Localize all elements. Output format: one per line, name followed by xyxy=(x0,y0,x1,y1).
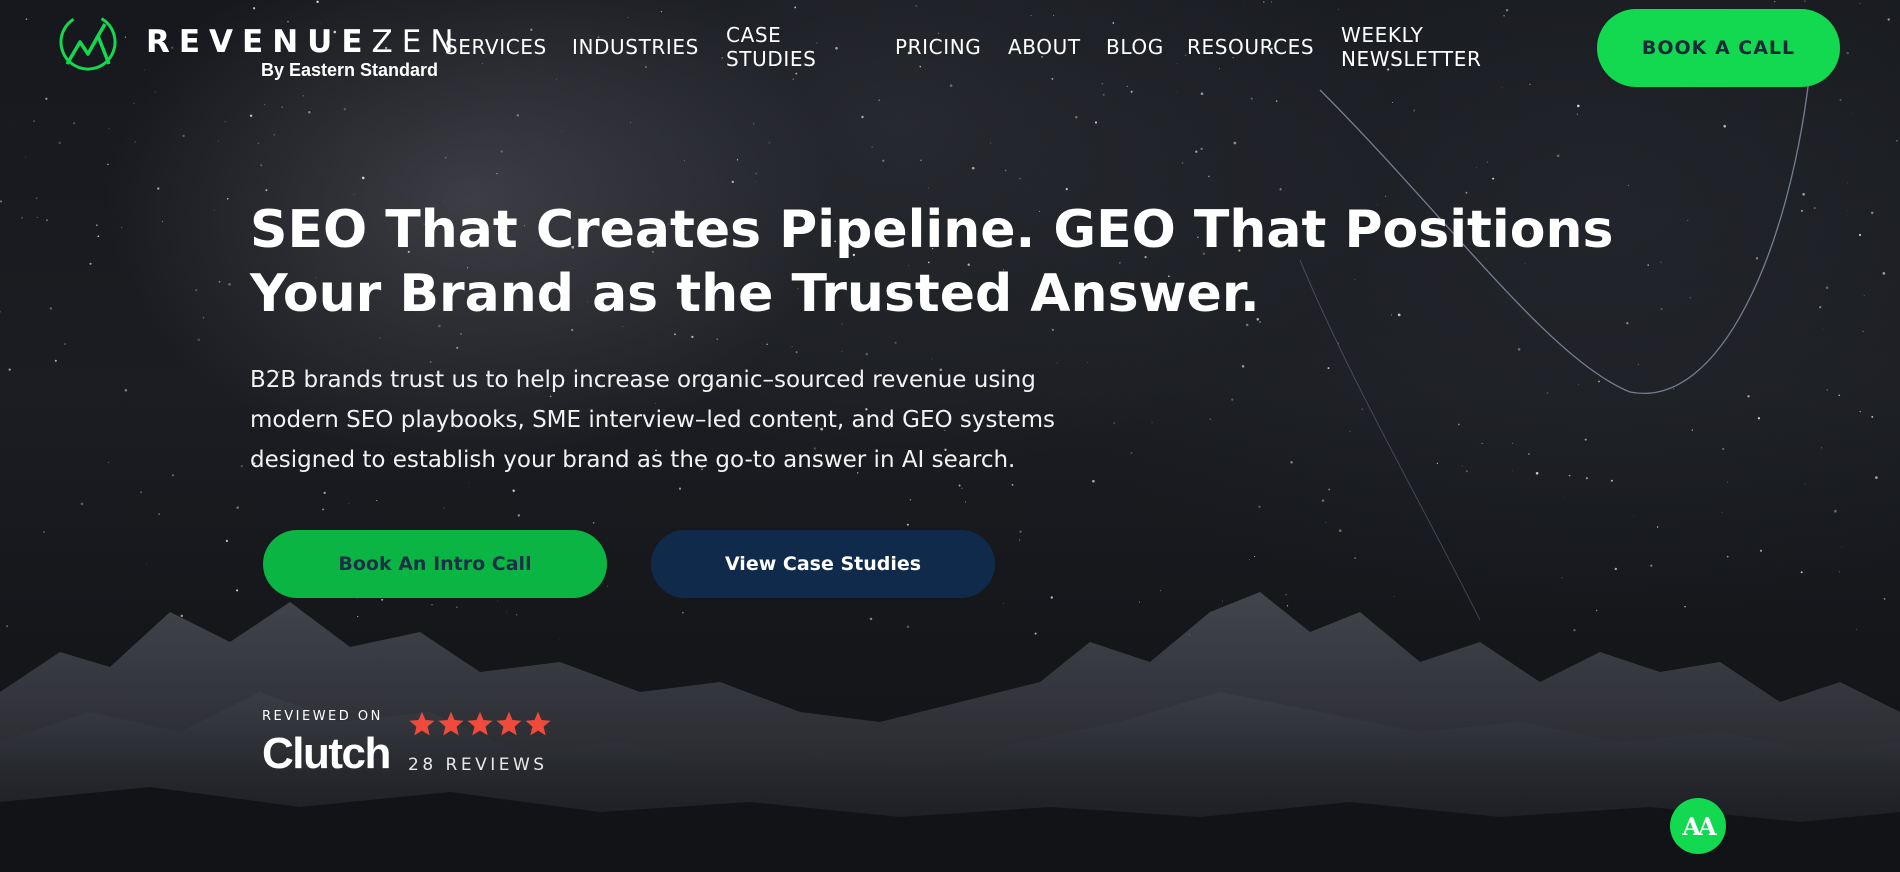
book-a-call-button[interactable]: BOOK A CALL xyxy=(1597,9,1840,87)
site-header: REVENUEZEN By Eastern Standard SERVICES … xyxy=(0,0,1900,95)
clutch-logo: Clutch xyxy=(262,729,391,778)
accessibility-icon: AA xyxy=(1682,811,1716,841)
star-icon xyxy=(409,711,435,736)
nav-item-pricing[interactable]: PRICING xyxy=(895,35,981,59)
hero-subtitle: B2B brands trust us to help increase org… xyxy=(250,360,1150,480)
star-icon xyxy=(467,711,493,736)
star-icon xyxy=(496,711,522,736)
star-icon xyxy=(438,711,464,736)
clutch-review-count: 28 REVIEWS xyxy=(408,755,548,775)
nav-item-newsletter-line1: WEEKLY xyxy=(1341,23,1424,47)
brand-word-bold: REVENUE xyxy=(146,24,372,60)
nav-item-case-studies[interactable]: CASE STUDIES xyxy=(726,23,816,71)
hero-title-line2: Your Brand as the Trusted Answer. xyxy=(250,264,1260,324)
brand-wordmark: REVENUEZEN xyxy=(146,24,463,60)
book-intro-call-button[interactable]: Book An Intro Call xyxy=(263,530,607,598)
hero-title: SEO That Creates Pipeline. GEO That Posi… xyxy=(250,198,1650,326)
nav-item-weekly-newsletter[interactable]: WEEKLY NEWSLETTER xyxy=(1341,23,1481,71)
nav-item-industries[interactable]: INDUSTRIES xyxy=(572,35,699,59)
view-case-studies-button[interactable]: View Case Studies xyxy=(651,530,995,598)
hero-title-line1: SEO That Creates Pipeline. GEO That Posi… xyxy=(250,200,1614,260)
hero-subtitle-line1: B2B brands trust us to help increase org… xyxy=(250,367,1036,393)
accessibility-button[interactable]: AA xyxy=(1670,798,1726,854)
clutch-reviewed-on-label: REVIEWED ON xyxy=(262,709,383,724)
hero-subtitle-line3: designed to establish your brand as the … xyxy=(250,447,1016,473)
nav-item-services[interactable]: SERVICES xyxy=(445,35,547,59)
hero-subtitle-line2: modern SEO playbooks, SME interview–led … xyxy=(250,407,1056,433)
revenuezen-logo-icon xyxy=(59,13,117,71)
brand-logo[interactable]: REVENUEZEN By Eastern Standard xyxy=(58,12,454,82)
nav-item-newsletter-line2: NEWSLETTER xyxy=(1341,47,1482,71)
nav-item-blog[interactable]: BLOG xyxy=(1106,35,1164,59)
nav-item-resources[interactable]: RESOURCES xyxy=(1187,35,1314,59)
clutch-review-badge[interactable]: REVIEWED ON Clutch 28 REVIEWS xyxy=(262,705,562,785)
clutch-star-rating xyxy=(408,710,554,740)
star-icon xyxy=(525,711,551,736)
brand-tagline: By Eastern Standard xyxy=(261,60,439,80)
nav-item-case-studies-line1: CASE xyxy=(726,23,782,47)
nav-item-case-studies-line2: STUDIES xyxy=(726,47,817,71)
nav-item-about[interactable]: ABOUT xyxy=(1008,35,1081,59)
